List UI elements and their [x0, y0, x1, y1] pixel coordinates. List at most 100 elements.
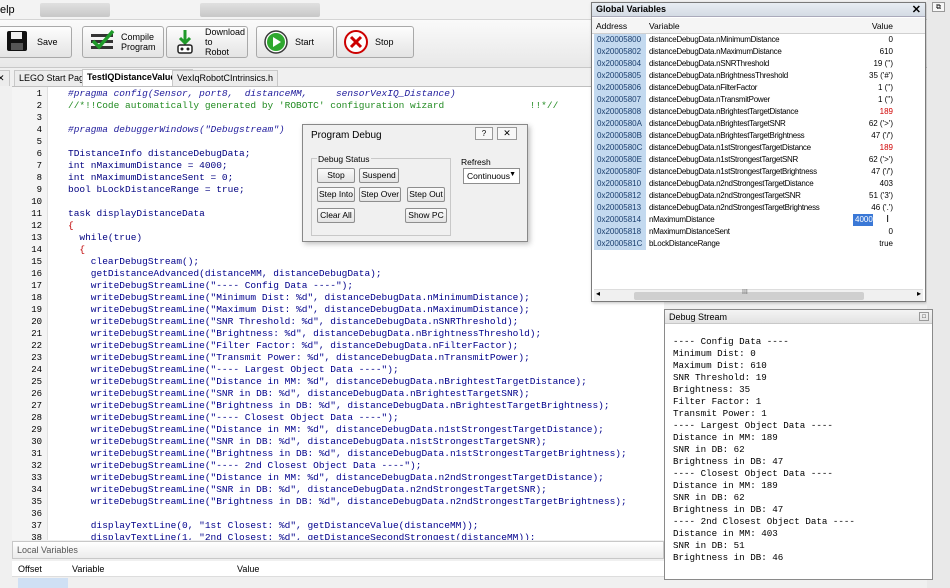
- code-line[interactable]: writeDebugStreamLine("---- Config Data -…: [68, 280, 353, 292]
- code-line[interactable]: writeDebugStreamLine("Brightness in DB: …: [68, 448, 627, 460]
- variable-value-input[interactable]: 4000: [853, 214, 873, 226]
- variable-name: distanceDebugData.nBrightestTargetDistan…: [649, 107, 799, 116]
- tab-vex-iq-robot-intrinsics[interactable]: VexIqRobotCIntrinsics.h: [172, 70, 279, 86]
- suspend-button[interactable]: Suspend: [359, 168, 399, 183]
- code-line[interactable]: writeDebugStreamLine("Distance in MM: %d…: [68, 424, 604, 436]
- close-icon[interactable]: ✕: [912, 3, 921, 16]
- help-icon[interactable]: ?: [475, 127, 493, 140]
- column-value[interactable]: Value: [872, 21, 893, 31]
- code-line[interactable]: int nMaximumDistance = 4000;: [68, 160, 228, 172]
- show-pc-button[interactable]: Show PC: [405, 208, 447, 223]
- clear-all-button[interactable]: Clear All: [317, 208, 355, 223]
- code-line[interactable]: while(true): [68, 232, 142, 244]
- variable-name: distanceDebugData.nMinimumDistance: [649, 35, 780, 44]
- code-line[interactable]: writeDebugStreamLine("Filter Factor: %d"…: [68, 340, 519, 352]
- variable-value: 62 ('>'): [868, 119, 893, 128]
- column-address[interactable]: Address: [596, 21, 627, 31]
- step-into-button[interactable]: Step Into: [317, 187, 355, 202]
- global-variable-row[interactable]: 0x20005808 distanceDebugData.nBrightestTa…: [592, 106, 925, 118]
- code-line[interactable]: writeDebugStreamLine("SNR Threshold: %d"…: [68, 316, 519, 328]
- code-line[interactable]: writeDebugStreamLine("---- Closest Objec…: [68, 412, 399, 424]
- line-number: 26: [31, 389, 42, 399]
- horizontal-scrollbar[interactable]: ◂ III ▸: [594, 289, 923, 301]
- code-line[interactable]: //*!!Code automatically generated by 'RO…: [68, 100, 558, 112]
- code-line[interactable]: writeDebugStreamLine("---- Largest Objec…: [68, 364, 399, 376]
- line-number: 36: [31, 509, 42, 519]
- line-number: 18: [31, 293, 42, 303]
- code-line[interactable]: writeDebugStreamLine("Brightness in DB: …: [68, 496, 627, 508]
- close-icon[interactable]: □: [919, 312, 929, 321]
- code-line[interactable]: displayTextLine(1, "2nd Closest: %d", ge…: [68, 532, 536, 540]
- global-variable-row[interactable]: 0x2000580C distanceDebugData.n1stStronges…: [592, 142, 925, 154]
- code-line[interactable]: writeDebugStreamLine("Brightness: %d", d…: [68, 328, 541, 340]
- code-line[interactable]: #pragma config(Sensor, port8, distanceMM…: [68, 88, 456, 100]
- global-variable-row[interactable]: 0x20005805 distanceDebugData.nBrightnessT…: [592, 70, 925, 82]
- code-line[interactable]: getDistanceAdvanced(distanceMM, distance…: [68, 268, 382, 280]
- global-variable-row[interactable]: 0x20005813 distanceDebugData.n2ndStronges…: [592, 202, 925, 214]
- scroll-right-arrow-icon[interactable]: ▸: [917, 289, 921, 298]
- variable-address: 0x20005814: [594, 214, 646, 226]
- code-line[interactable]: writeDebugStreamLine("Maximum Dist: %d",…: [68, 304, 530, 316]
- global-variables-title-bar[interactable]: Global Variables ✕: [592, 3, 925, 17]
- code-line[interactable]: displayTextLine(0, "1st Closest: %d", ge…: [68, 520, 479, 532]
- column-value[interactable]: Value: [237, 564, 259, 574]
- code-line[interactable]: writeDebugStreamLine("Distance in MM: %d…: [68, 472, 604, 484]
- code-line[interactable]: bool bLockDistanceRange = true;: [68, 184, 245, 196]
- code-line[interactable]: {: [68, 244, 85, 256]
- global-variable-row[interactable]: 0x2000580E distanceDebugData.n1stStronges…: [592, 154, 925, 166]
- local-variable-row[interactable]: [18, 578, 68, 588]
- menu-help[interactable]: elp: [0, 4, 15, 16]
- globals-column-header: Address Variable Value: [592, 18, 925, 34]
- debug-stream-title-bar[interactable]: Debug Stream □: [665, 310, 932, 324]
- code-line[interactable]: #pragma debuggerWindows("Debugstream"): [68, 124, 285, 136]
- global-variable-row[interactable]: 0x20005818 nMaximumDistanceSent 0: [592, 226, 925, 238]
- download-robot-icon: [173, 29, 199, 55]
- global-variable-row[interactable]: 0x20005804 distanceDebugData.nSNRThreshol…: [592, 58, 925, 70]
- code-line[interactable]: writeDebugStreamLine("Transmit Power: %d…: [68, 352, 530, 364]
- scrollbar-thumb[interactable]: [634, 292, 864, 300]
- global-variable-row[interactable]: 0x20005814 nMaximumDistance 4000 I: [592, 214, 925, 226]
- code-line[interactable]: task displayDistanceData: [68, 208, 205, 220]
- global-variable-row[interactable]: 0x20005807 distanceDebugData.nTransmitPow…: [592, 94, 925, 106]
- line-number: 14: [31, 245, 42, 255]
- global-variable-row[interactable]: 0x2000581C bLockDistanceRange true: [592, 238, 925, 250]
- code-line[interactable]: writeDebugStreamLine("Distance in MM: %d…: [68, 376, 587, 388]
- scroll-left-arrow-icon[interactable]: ◂: [596, 289, 600, 298]
- stop-button[interactable]: Stop: [336, 26, 414, 58]
- code-line[interactable]: writeDebugStreamLine("SNR in DB: %d", di…: [68, 484, 547, 496]
- column-variable[interactable]: Variable: [72, 564, 104, 574]
- code-line[interactable]: writeDebugStreamLine("Brightness in DB: …: [68, 400, 610, 412]
- code-line[interactable]: clearDebugStream();: [68, 256, 199, 268]
- step-out-button[interactable]: Step Out: [407, 187, 445, 202]
- compile-program-button[interactable]: Compile Program: [82, 26, 164, 58]
- code-line[interactable]: int nMaximumDistanceSent = 0;: [68, 172, 233, 184]
- code-line[interactable]: writeDebugStreamLine("---- 2nd Closest O…: [68, 460, 422, 472]
- global-variable-row[interactable]: 0x20005810 distanceDebugData.n2ndStronges…: [592, 178, 925, 190]
- global-variable-row[interactable]: 0x20005806 distanceDebugData.nFilterFacto…: [592, 82, 925, 94]
- column-variable[interactable]: Variable: [649, 21, 680, 31]
- global-variable-row[interactable]: 0x2000580F distanceDebugData.n1stStronges…: [592, 166, 925, 178]
- code-line[interactable]: writeDebugStreamLine("SNR in DB: %d", di…: [68, 436, 547, 448]
- step-over-button[interactable]: Step Over: [359, 187, 401, 202]
- download-to-robot-button[interactable]: Download to Robot: [166, 26, 248, 58]
- global-variable-row[interactable]: 0x20005800 distanceDebugData.nMinimumDist…: [592, 34, 925, 46]
- global-variable-row[interactable]: 0x2000580B distanceDebugData.nBrightestTa…: [592, 130, 925, 142]
- variable-value: 189: [879, 107, 893, 116]
- tab-close-icon[interactable]: ✕: [0, 70, 10, 86]
- line-number: 21: [31, 329, 42, 339]
- debug-stop-button[interactable]: Stop: [317, 168, 355, 183]
- code-line[interactable]: writeDebugStreamLine("Minimum Dist: %d",…: [68, 292, 530, 304]
- close-icon[interactable]: ✕: [497, 127, 517, 140]
- global-variable-row[interactable]: 0x2000580A distanceDebugData.nBrightestTa…: [592, 118, 925, 130]
- save-button[interactable]: Save: [0, 26, 72, 58]
- code-line[interactable]: TDistanceInfo distanceDebugData;: [68, 148, 250, 160]
- start-button[interactable]: Start: [256, 26, 334, 58]
- column-offset[interactable]: Offset: [18, 564, 42, 574]
- restore-window-icon[interactable]: ⧉: [932, 2, 945, 12]
- global-variable-row[interactable]: 0x20005802 distanceDebugData.nMaximumDist…: [592, 46, 925, 58]
- refresh-rate-select[interactable]: Continuous ▼: [463, 168, 520, 184]
- code-line[interactable]: writeDebugStreamLine("SNR in DB: %d", di…: [68, 388, 530, 400]
- global-variable-row[interactable]: 0x20005812 distanceDebugData.n2ndStronges…: [592, 190, 925, 202]
- variable-name: distanceDebugData.nBrightestTargetSNR: [649, 119, 786, 128]
- code-line[interactable]: {: [68, 220, 74, 232]
